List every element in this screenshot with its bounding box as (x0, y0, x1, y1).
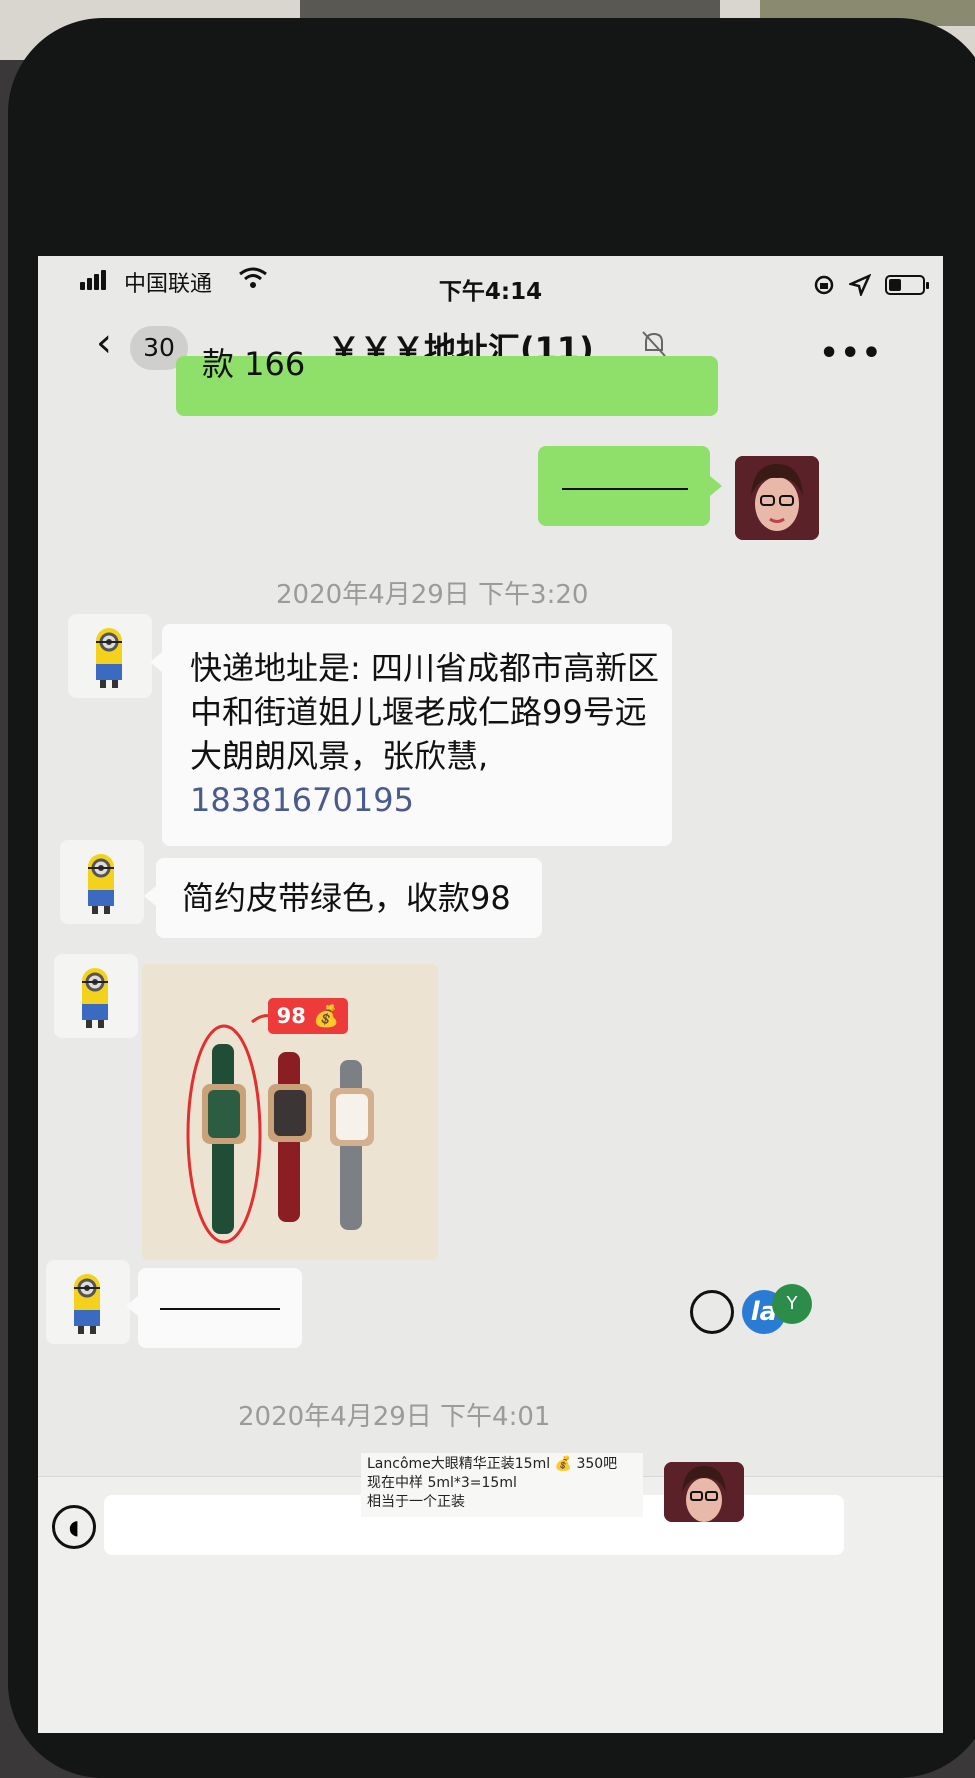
message-bubble-dash[interactable] (126, 1268, 302, 1348)
bell-slash-icon (642, 331, 666, 357)
phone-number-link[interactable]: 18381670195 (190, 778, 414, 822)
message-text: 简约皮带绿色，收款98 (182, 879, 511, 917)
ellipsis-icon[interactable]: ••• (819, 336, 883, 371)
status-bar: 中国联通 下午4:14 (38, 256, 943, 312)
minion-icon (96, 628, 122, 688)
location-icon (849, 274, 871, 296)
message-bubble-product[interactable]: 简约皮带绿色，收款98 (144, 858, 542, 938)
rotation-lock-icon (814, 275, 834, 295)
notice-line: Lancôme大眼精华正装15ml 💰 350吧 (367, 1456, 618, 1472)
status-icons (813, 274, 929, 296)
minion-avatar[interactable] (46, 1260, 130, 1344)
woman-portrait-icon (664, 1462, 744, 1522)
own-avatar[interactable] (735, 456, 819, 540)
message-bubble-own[interactable] (538, 446, 722, 526)
minion-avatar[interactable] (54, 954, 138, 1038)
price-tag: 98 💰 (268, 998, 348, 1034)
emoji-icon[interactable] (690, 1290, 734, 1334)
app-icons: la Y (742, 1276, 824, 1356)
address-line: 大朗朗风景，张欣慧, (190, 737, 489, 775)
message-bubble-partial[interactable]: 款 166 (176, 345, 718, 416)
notice-avatar (664, 1462, 744, 1522)
chevron-left-icon[interactable]: ‹ (96, 320, 112, 366)
watch-photo-message[interactable]: 98 💰 (142, 964, 438, 1260)
minion-icon (74, 1274, 100, 1334)
minion-icon (88, 854, 114, 914)
dash-line (562, 488, 688, 490)
status-time: 下午4:14 (438, 279, 543, 305)
timestamp: 2020年4月29日 下午3:20 (276, 580, 589, 610)
minion-icon (82, 968, 108, 1028)
address-line: 中和街道姐儿堰老成仁路99号远 (190, 693, 647, 731)
minion-avatar[interactable] (68, 614, 152, 698)
battery-icon (885, 275, 929, 295)
voice-icon[interactable]: ◖ (52, 1505, 96, 1549)
app-icon: Y (772, 1284, 812, 1324)
dash-line (160, 1308, 280, 1310)
timestamp: 2020年4月29日 下午4:01 (238, 1402, 551, 1432)
address-line: 快递地址是: 四川省成都市高新区 (190, 649, 659, 687)
message-bubble-address[interactable]: 快递地址是: 四川省成都市高新区 中和街道姐儿堰老成仁路99号远 大朗朗风景，张… (150, 624, 672, 846)
woman-portrait-icon (735, 456, 819, 540)
minion-avatar[interactable] (60, 840, 144, 924)
wechat-chat-screen: 中国联通 下午4:14 ‹ 30 ￥￥￥地址汇(11) ••• 款 166 20… (38, 256, 943, 1733)
notice-line: 现在中样 5ml*3=15ml (367, 1475, 517, 1491)
product-notice[interactable]: Lancôme大眼精华正装15ml 💰 350吧 现在中样 5ml*3=15ml… (361, 1453, 643, 1517)
message-text: 款 166 (202, 345, 306, 383)
notice-line: 相当于一个正装 (367, 1494, 465, 1510)
